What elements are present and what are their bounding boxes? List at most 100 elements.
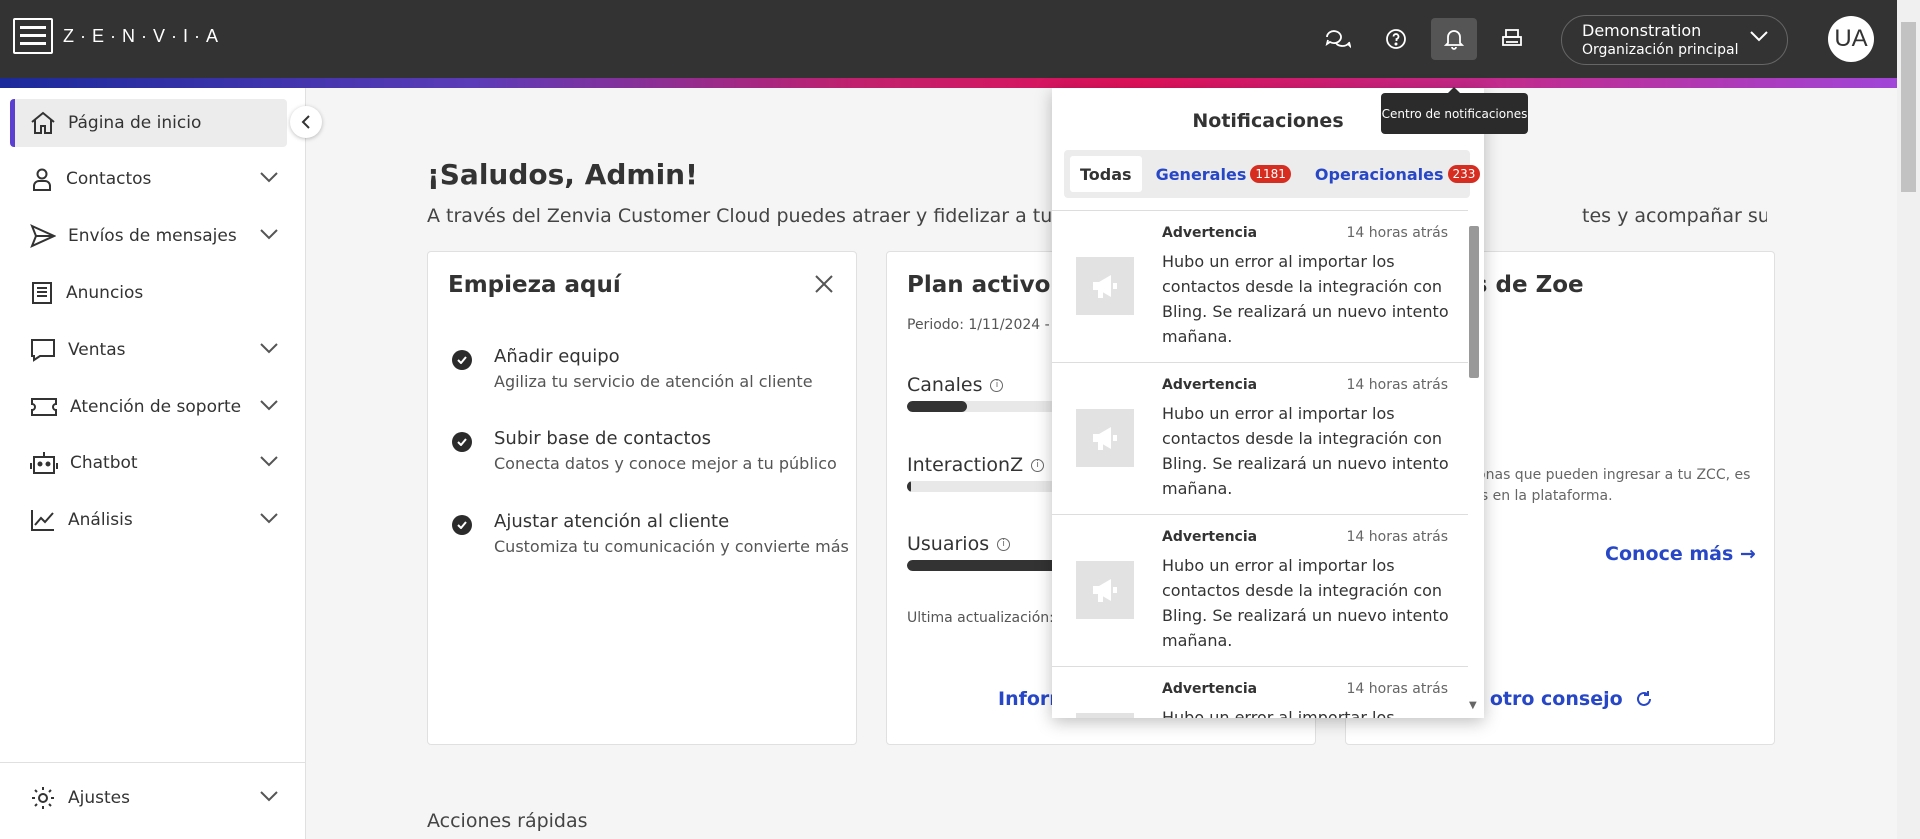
card-title: Empieza aquí	[448, 272, 621, 298]
chat-support-icon[interactable]	[1315, 18, 1361, 60]
sidebar-item-chatbot[interactable]: Chatbot	[10, 439, 287, 487]
chevron-down-icon[interactable]	[259, 399, 279, 411]
notification-bell-icon[interactable]	[1431, 18, 1477, 60]
info-icon[interactable]: i	[1031, 458, 1045, 472]
notification-item[interactable]: Advertencia 14 horas atrás Hubo un error…	[1052, 211, 1468, 363]
tab-label: Operacionales	[1314, 164, 1444, 184]
org-subtitle: Organización principal	[1582, 42, 1739, 58]
info-icon[interactable]: i	[997, 537, 1011, 551]
tip-text-line: vas en la plataforma.	[1464, 488, 1613, 504]
sidebar-item-sales[interactable]: Ventas	[10, 326, 287, 374]
tab-operational[interactable]: Operacionales 233	[1305, 156, 1484, 192]
top-bar: Z·E·N·V·I·A Demonstration Organización p…	[0, 0, 1897, 78]
sidebar-item-contacts[interactable]: Contactos	[10, 155, 287, 203]
plan-period: Periodo: 1/11/2024 - 3	[907, 317, 1064, 333]
printer-icon[interactable]	[1489, 18, 1535, 60]
metric-label: Canales	[907, 374, 983, 396]
tip-text: rsonas que pueden ingresar a tu ZCC, es …	[1464, 465, 1764, 507]
sidebar: Página de inicio Contactos Envíos de men…	[0, 88, 306, 839]
sidebar-item-label: Chatbot	[70, 453, 138, 473]
notification-type: Advertencia	[1162, 681, 1258, 697]
getting-started-card: Empieza aquí Añadir equipo Agiliza tu se…	[427, 251, 857, 745]
megaphone-icon	[1076, 561, 1134, 619]
chevron-down-icon[interactable]	[259, 171, 279, 183]
chevron-down-icon[interactable]	[259, 228, 279, 240]
checklist-item[interactable]: Añadir equipo Agiliza tu servicio de ate…	[452, 346, 813, 391]
help-icon[interactable]	[1373, 18, 1419, 60]
card-title: Plan activo	[907, 272, 1051, 298]
notification-time: 14 horas atrás	[1346, 225, 1448, 241]
count-badge: 1181	[1250, 165, 1291, 183]
chart-icon	[31, 510, 54, 531]
zenvia-logo[interactable]: Z·E·N·V·I·A	[13, 18, 224, 54]
sidebar-item-label: Atención de soporte	[70, 397, 242, 417]
notification-time: 14 horas atrás	[1346, 681, 1448, 697]
another-tip-label: er otro consejo	[1461, 688, 1623, 710]
page-scrollbar-thumb[interactable]	[1901, 22, 1916, 192]
metric-channels: Canales i	[907, 374, 1004, 396]
tip-text-line: rsonas que pueden ingresar a tu ZCC, es	[1464, 467, 1751, 483]
another-tip-link[interactable]: er otro consejo	[1461, 688, 1653, 710]
megaphone-icon	[1076, 713, 1134, 718]
info-icon[interactable]: i	[990, 378, 1004, 392]
sidebar-item-label: Ajustes	[68, 788, 130, 808]
chevron-down-icon[interactable]	[259, 342, 279, 354]
organization-selector[interactable]: Demonstration Organización principal	[1561, 15, 1788, 65]
last-updated: Ultima actualización: 1	[907, 610, 1068, 626]
checklist-subtitle: Agiliza tu servicio de atención al clien…	[494, 372, 813, 391]
notifications-tooltip: Centro de notificaciones	[1381, 87, 1528, 134]
subtitle-end: tes y acompañar sus resultados.	[1582, 205, 1767, 227]
metric-label: InteractionZ	[907, 454, 1024, 476]
sidebar-item-messages[interactable]: Envíos de mensajes	[10, 212, 287, 260]
checklist-subtitle: Customiza tu comunicación y convierte má…	[494, 537, 849, 556]
user-avatar[interactable]: UA	[1828, 16, 1874, 62]
scroll-down-arrow-icon[interactable]: ▼	[1469, 700, 1477, 711]
sidebar-divider	[0, 762, 306, 763]
chevron-down-icon[interactable]	[259, 455, 279, 467]
sidebar-item-home[interactable]: Página de inicio	[10, 99, 287, 147]
sidebar-collapse-button[interactable]	[290, 106, 322, 138]
chevron-down-icon[interactable]	[259, 790, 279, 802]
tab-general[interactable]: Generales 1181	[1146, 156, 1301, 192]
notification-message: Hubo un error al importar los	[1162, 708, 1395, 718]
metric-users: Usuarios i	[907, 533, 1011, 555]
tab-label: Todas	[1080, 164, 1132, 184]
sidebar-item-settings[interactable]: Ajustes	[10, 774, 287, 822]
notification-item[interactable]: Advertencia 14 horas atrás Hubo un error…	[1052, 515, 1468, 667]
notification-type: Advertencia	[1162, 377, 1258, 393]
brand-gradient-bar	[0, 78, 1897, 88]
home-icon	[31, 111, 55, 134]
refresh-icon	[1636, 691, 1651, 706]
notification-item[interactable]: Advertencia 14 horas atrás Hubo un error…	[1052, 363, 1468, 515]
check-circle-icon	[452, 432, 472, 452]
notifications-scrollbar[interactable]	[1469, 226, 1479, 378]
sidebar-item-label: Ventas	[68, 340, 126, 360]
sidebar-item-analytics[interactable]: Análisis	[10, 496, 287, 544]
page-scrollbar[interactable]	[1897, 0, 1920, 839]
checklist-item[interactable]: Subir base de contactos Conecta datos y …	[452, 428, 837, 473]
sidebar-item-label: Análisis	[68, 510, 133, 530]
sidebar-item-support[interactable]: Atención de soporte	[10, 383, 287, 431]
check-circle-icon	[452, 515, 472, 535]
notification-type: Advertencia	[1162, 225, 1258, 241]
notification-time: 14 horas atrás	[1346, 377, 1448, 393]
notifications-tabs: Todas Generales 1181 Operacionales 233	[1064, 150, 1481, 198]
checklist-item[interactable]: Ajustar atención al cliente Customiza tu…	[452, 511, 849, 556]
close-icon[interactable]	[814, 274, 834, 294]
sidebar-item-label: Anuncios	[66, 283, 144, 303]
checklist-title: Subir base de contactos	[494, 428, 711, 449]
subtitle-start: A través del Zenvia Customer Cloud puede…	[427, 205, 1133, 227]
megaphone-icon	[1076, 409, 1134, 467]
notifications-list: Advertencia 14 horas atrás Hubo un error…	[1052, 210, 1468, 718]
learn-more-link[interactable]: Conoce más →	[1605, 543, 1756, 565]
notification-item[interactable]: Advertencia 14 horas atrás Hubo un error…	[1052, 667, 1468, 718]
chevron-down-icon[interactable]	[259, 512, 279, 524]
tab-all[interactable]: Todas	[1070, 156, 1142, 192]
quick-actions-heading: Acciones rápidas	[427, 810, 588, 832]
document-icon	[32, 282, 52, 304]
notifications-panel: Notificaciones Todas Generales 1181 Oper…	[1052, 88, 1484, 718]
checklist-title: Añadir equipo	[494, 346, 620, 367]
sidebar-item-ads[interactable]: Anuncios	[10, 269, 287, 317]
user-icon	[33, 168, 51, 191]
notification-type: Advertencia	[1162, 529, 1258, 545]
